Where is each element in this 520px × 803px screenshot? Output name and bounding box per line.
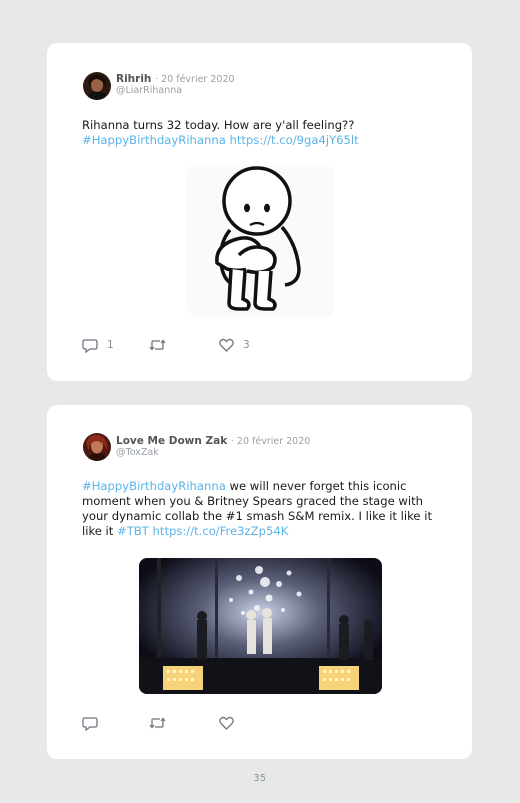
retweet-button[interactable] bbox=[149, 337, 166, 353]
reply-icon bbox=[82, 716, 98, 731]
reply-count: 1 bbox=[107, 339, 114, 351]
url-link[interactable]: https://t.co/9ga4jY65lt bbox=[230, 133, 359, 147]
retweet-icon bbox=[149, 339, 166, 351]
tweet-body: Rihanna turns 32 today. How are y'all fe… bbox=[82, 118, 355, 132]
hashtag-link-2[interactable]: #TBT bbox=[117, 524, 149, 538]
tweet-text: Rihanna turns 32 today. How are y'all fe… bbox=[82, 118, 442, 148]
sad-figure-image bbox=[187, 165, 335, 317]
author-handle[interactable]: @ToxZak bbox=[116, 447, 159, 458]
heart-icon bbox=[219, 338, 234, 352]
url-link[interactable]: https://t.co/Fre3zZp54K bbox=[153, 524, 289, 538]
heart-icon bbox=[219, 716, 234, 730]
tweet-actions: 1 3 bbox=[82, 337, 282, 353]
reply-button[interactable] bbox=[82, 715, 98, 731]
retweet-icon bbox=[149, 717, 166, 729]
like-button[interactable] bbox=[219, 715, 234, 731]
hashtag-link[interactable]: #HappyBirthdayRihanna bbox=[82, 479, 226, 493]
like-count: 3 bbox=[243, 339, 250, 351]
tweet-actions bbox=[82, 715, 282, 731]
tweet-date: · 20 février 2020 bbox=[155, 74, 235, 85]
concert-image bbox=[139, 558, 382, 694]
reply-icon bbox=[82, 338, 98, 353]
avatar[interactable] bbox=[83, 433, 111, 461]
reply-button[interactable]: 1 bbox=[82, 337, 114, 353]
page-number: 35 bbox=[253, 773, 267, 784]
author-handle[interactable]: @LiarRihanna bbox=[116, 85, 182, 96]
retweet-button[interactable] bbox=[149, 715, 166, 731]
date-value: 20 février 2020 bbox=[161, 74, 235, 85]
tweet-card: Rihrih · 20 février 2020 @LiarRihanna Ri… bbox=[47, 43, 472, 381]
avatar[interactable] bbox=[83, 72, 111, 100]
tweet-date: · 20 février 2020 bbox=[230, 436, 311, 447]
like-button[interactable]: 3 bbox=[219, 337, 250, 353]
hashtag-link[interactable]: #HappyBirthdayRihanna bbox=[82, 133, 226, 147]
tweet-media[interactable] bbox=[139, 558, 382, 694]
date-value: 20 février 2020 bbox=[236, 436, 311, 447]
tweet-card: Love Me Down Zak · 20 février 2020 @ToxZ… bbox=[47, 405, 472, 759]
author-label: Rihrih bbox=[116, 73, 152, 85]
tweet-media[interactable] bbox=[187, 165, 335, 317]
author-label: Love Me Down Zak bbox=[116, 435, 228, 447]
tweet-text: #HappyBirthdayRihanna we will never forg… bbox=[82, 479, 442, 539]
author-name[interactable]: Love Me Down Zak · 20 février 2020 bbox=[116, 435, 310, 447]
author-name[interactable]: Rihrih · 20 février 2020 bbox=[116, 73, 235, 85]
